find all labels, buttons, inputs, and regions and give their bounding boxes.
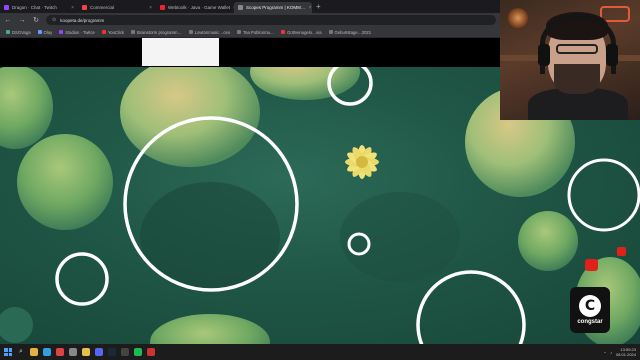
new-tab-button[interactable]: + [316, 2, 321, 11]
chrome-icon[interactable] [56, 348, 64, 356]
obs-icon[interactable] [121, 348, 129, 356]
browser-tab[interactable]: Dragon · Chat · Twitch × [0, 2, 78, 13]
target-ring [55, 252, 109, 306]
bookmark-item[interactable]: Gottvenugelo…via [281, 29, 322, 35]
browser-tab-bar: Dragon · Chat · Twitch × Commercial × We… [0, 0, 500, 13]
back-button[interactable]: ← [4, 17, 12, 24]
sponsor-badge: C congstar [570, 287, 610, 333]
page-header-area [0, 38, 500, 67]
bookmark-label: Gottvenugelo…via [287, 29, 322, 35]
lily-pad [150, 314, 270, 344]
webcam-overlay [500, 0, 640, 120]
bookmark-item[interactable]: Geburtstage…2021 [328, 29, 372, 35]
files-icon[interactable] [82, 348, 90, 356]
tab-label: Commercial [90, 5, 115, 10]
edge-icon[interactable] [43, 348, 51, 356]
network-icon[interactable]: ◔ [604, 350, 606, 355]
browser-tab[interactable]: Webtoolk · Java · Game Wallet × [156, 2, 234, 13]
close-icon[interactable]: × [149, 5, 152, 11]
terminal-icon[interactable] [69, 348, 77, 356]
site-icon [238, 5, 243, 10]
red-marker [585, 259, 598, 271]
bookmark-item[interactable]: Olay [37, 29, 53, 35]
clock-date: 08.01.2024 [615, 352, 636, 357]
bookmark-label: Geburtstage…2021 [334, 29, 372, 35]
bookmark-label: Lowtonmusic…ceo [194, 29, 231, 35]
bookmark-label: Tea Poblonma… [243, 29, 275, 35]
lock-icon: ⊙ [52, 17, 57, 23]
windows-start-icon[interactable] [4, 348, 12, 356]
address-text: koopeta.de/programm [60, 17, 105, 23]
search-icon[interactable]: ⌕ [17, 348, 25, 356]
explorer-icon[interactable] [30, 348, 38, 356]
tab-label: Scopes Programm | KOMM… [246, 5, 306, 10]
headset-earcup [606, 44, 618, 66]
browser-tab-active[interactable]: Scopes Programm | KOMM… × [234, 2, 312, 13]
close-icon[interactable]: × [308, 5, 311, 11]
reload-button[interactable]: ↻ [32, 16, 40, 24]
bookmark-item[interactable]: DSGVaga [6, 30, 31, 35]
lily-pad [17, 134, 113, 230]
bookmark-favicon-icon [131, 30, 136, 34]
target-ring [567, 158, 640, 232]
bookmark-item[interactable]: Tea Poblonma… [237, 30, 274, 35]
page-banner [142, 38, 219, 66]
twitch-icon [4, 5, 9, 10]
lily-pad [250, 67, 360, 100]
spotify-icon[interactable] [134, 348, 142, 356]
volume-icon[interactable]: ♪ [610, 350, 612, 355]
close-icon[interactable]: × [71, 5, 74, 11]
bookmark-label: DSGVaga [12, 29, 31, 35]
bookmarks-bar: DSGVaga Olay Stadion · Twitce YouClick Brain… [0, 27, 500, 38]
flower-target [345, 145, 379, 179]
app-icon[interactable] [147, 348, 155, 356]
bookmark-favicon-icon [6, 30, 10, 34]
headset-icon [540, 14, 616, 74]
browser-toolbar: ← → ↻ ⊙ koopeta.de/programm [0, 13, 500, 27]
system-tray: ◔ ♪ 13:59:23 08.01.2024 [604, 347, 636, 357]
clock[interactable]: 13:59:23 08.01.2024 [616, 347, 636, 357]
bookmark-favicon-icon [188, 30, 193, 34]
address-bar[interactable]: ⊙ koopeta.de/programm [46, 15, 496, 25]
lily-pad [0, 307, 33, 343]
background-lamp [508, 8, 528, 28]
bookmark-item[interactable]: Brainstorm programm… [131, 30, 182, 35]
site-icon [160, 5, 165, 10]
lily-pad [518, 211, 578, 271]
bookmark-label: YouClick [107, 29, 125, 35]
browser-tab[interactable]: Commercial × [78, 2, 156, 13]
tab-label: Dragon · Chat · Twitch [12, 5, 57, 10]
sponsor-name: congstar [577, 319, 603, 325]
bookmark-favicon-icon [328, 30, 333, 34]
bookmark-label: Olay [43, 29, 53, 35]
youtube-icon [82, 5, 87, 10]
bookmark-favicon-icon [59, 30, 64, 34]
discord-icon[interactable] [95, 348, 103, 356]
bookmark-favicon-icon [281, 30, 286, 34]
bookmark-favicon-icon [237, 30, 242, 34]
target-ring [416, 270, 526, 344]
congstar-logo-icon: C [579, 295, 601, 317]
bookmark-item[interactable]: YouClick [101, 29, 125, 35]
bookmark-label: Brainstorm programm… [137, 29, 182, 35]
red-marker [617, 247, 626, 256]
lily-pad [0, 67, 53, 149]
windows-taskbar: ⌕ ◔ ♪ 13:59:23 08.01.2024 [0, 344, 640, 360]
bookmark-label: Stadion · Twitce [65, 29, 95, 35]
headset-earcup [538, 44, 550, 66]
taskbar-apps [30, 348, 155, 356]
bookmark-favicon-icon [101, 30, 106, 34]
bookmark-favicon-icon [37, 30, 42, 34]
steam-icon[interactable] [108, 348, 116, 356]
forward-button[interactable]: → [18, 17, 26, 24]
bookmark-item[interactable]: Lowtonmusic…ceo [188, 29, 231, 35]
tab-label: Webtoolk · Java · Game Wallet [168, 5, 231, 10]
foliage-shadow [340, 192, 460, 282]
bookmark-item[interactable]: Stadion · Twitce [59, 30, 95, 35]
